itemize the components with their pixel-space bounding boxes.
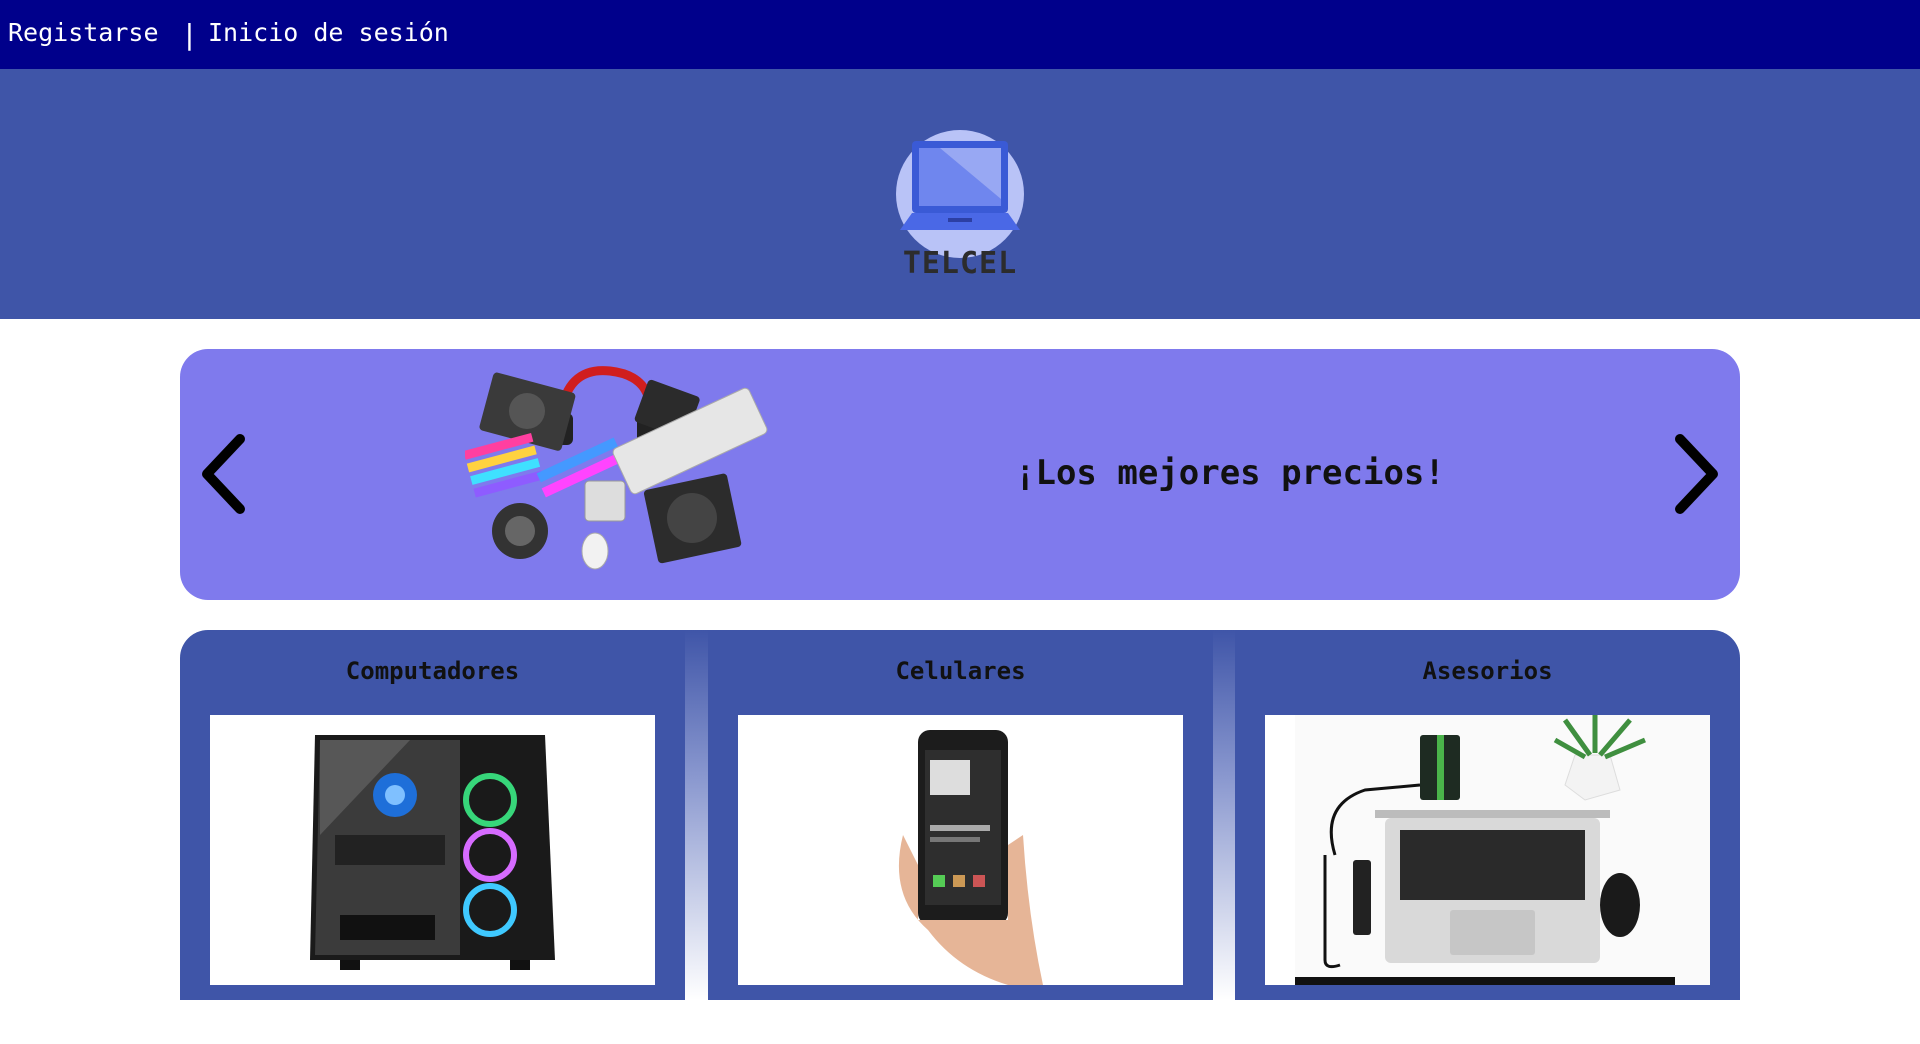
- category-card-computadores[interactable]: Computadores: [180, 630, 685, 1000]
- banner-headline: ¡Los mejores precios!: [1015, 453, 1445, 493]
- card-gap: [685, 630, 708, 1000]
- category-card-celulares[interactable]: Celulares: [708, 630, 1213, 1000]
- category-grid: Computadores Celulares Asesorios: [180, 630, 1740, 1000]
- login-link[interactable]: Inicio de sesión: [208, 18, 449, 47]
- logo-text: TELCEL: [902, 246, 1018, 281]
- gaming-pc-image[interactable]: [210, 715, 655, 985]
- nav-separator: |: [181, 18, 198, 51]
- smartphone-in-hand-image[interactable]: [738, 715, 1183, 985]
- laptop-accessories-image[interactable]: [1265, 715, 1710, 985]
- chevron-right-icon[interactable]: [1665, 429, 1725, 519]
- card-gap: [1213, 630, 1236, 1000]
- category-title: Asesorios: [1422, 657, 1553, 685]
- category-title: Celulares: [895, 657, 1026, 685]
- top-nav-bar: Registarse | Inicio de sesión: [0, 0, 1920, 69]
- category-title: Computadores: [345, 657, 520, 685]
- category-card-asesorios[interactable]: Asesorios: [1235, 630, 1740, 1000]
- chevron-left-icon[interactable]: [195, 429, 255, 519]
- pc-components-image: [465, 366, 768, 570]
- register-link[interactable]: Registarse: [8, 18, 159, 47]
- site-header: TELCEL: [0, 69, 1920, 319]
- promo-banner: ¡Los mejores precios!: [180, 349, 1740, 600]
